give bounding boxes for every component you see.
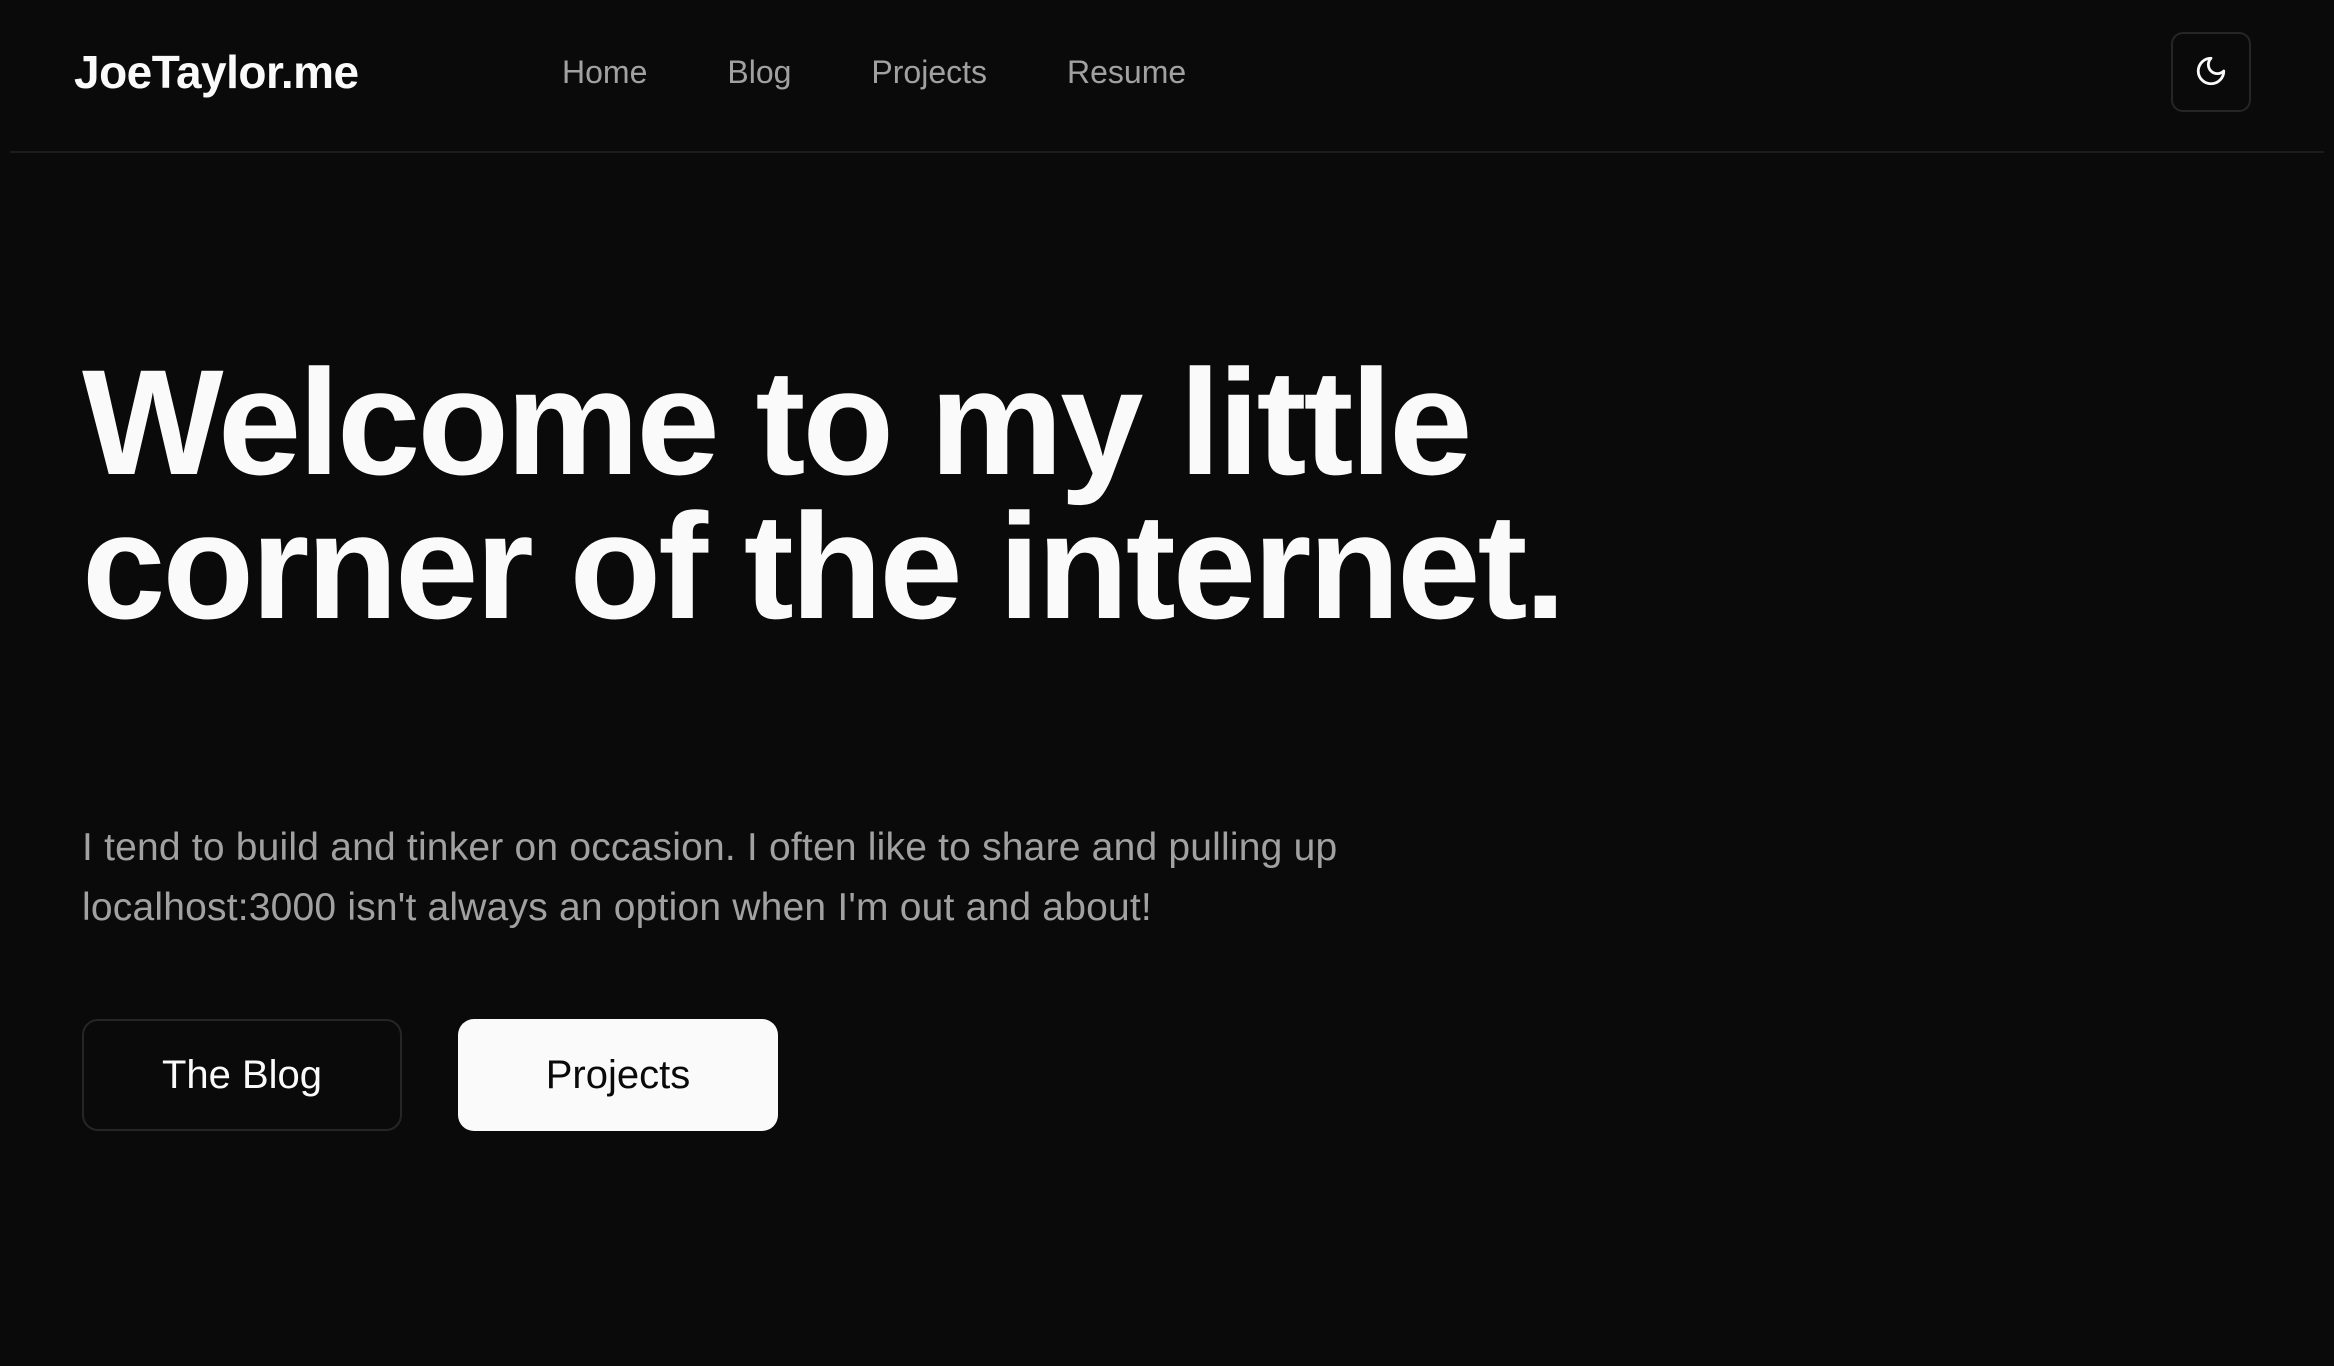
projects-button[interactable]: Projects <box>458 1019 778 1131</box>
moon-icon <box>2194 54 2228 91</box>
theme-toggle-button[interactable] <box>2171 32 2251 112</box>
nav-blog-link[interactable]: Blog <box>727 48 791 96</box>
site-header: JoeTaylor.me Home Blog Projects Resume <box>10 0 2324 153</box>
brand-logo-link[interactable]: JoeTaylor.me <box>74 44 359 100</box>
hero-title: Welcome to my little corner of the inter… <box>82 338 1566 650</box>
the-blog-button[interactable]: The Blog <box>82 1019 402 1131</box>
nav-resume-link[interactable]: Resume <box>1067 48 1186 96</box>
nav-home-link[interactable]: Home <box>562 48 647 96</box>
nav-projects-link[interactable]: Projects <box>871 48 987 96</box>
hero-subtitle: I tend to build and tinker on occasion. … <box>82 826 1338 929</box>
main-nav: Home Blog Projects Resume <box>562 48 1266 96</box>
